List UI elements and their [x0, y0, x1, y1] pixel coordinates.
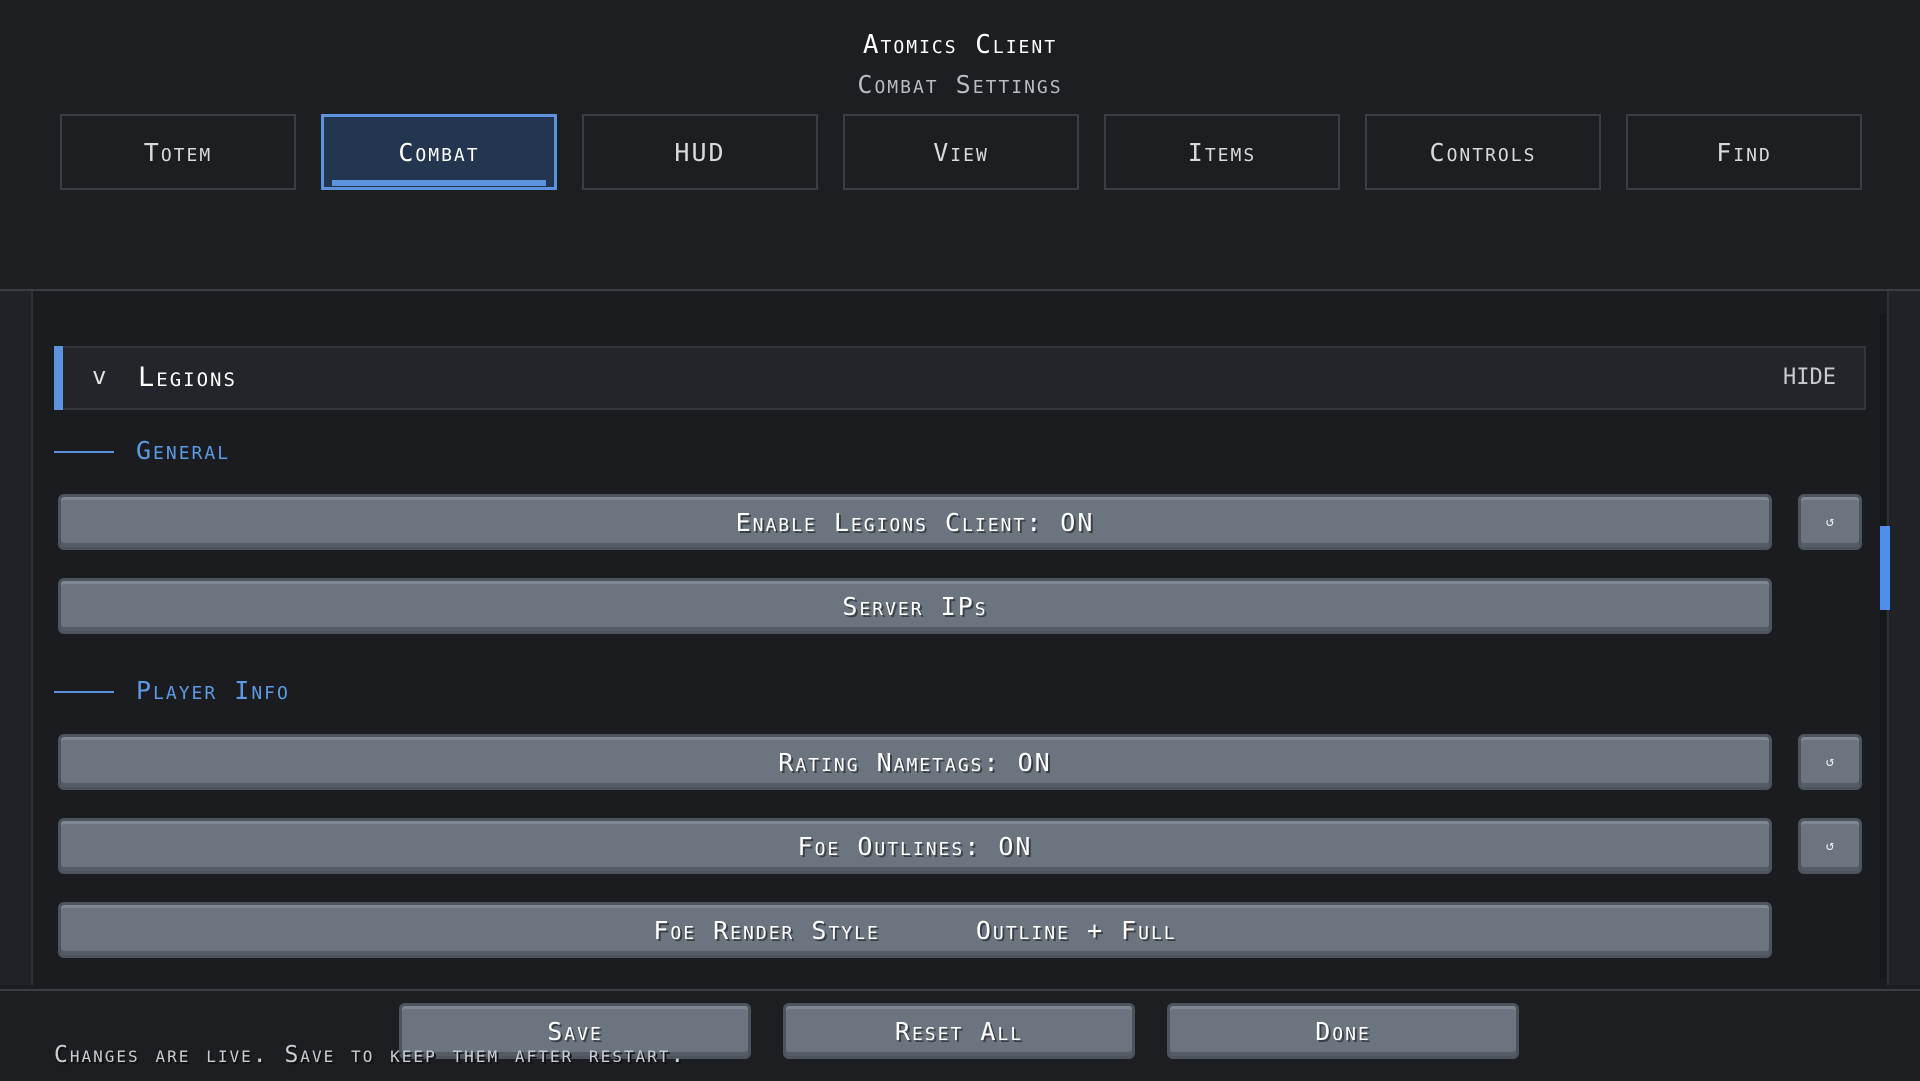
app-title: Atomics Client [862, 30, 1058, 60]
tab-combat[interactable]: Combat [321, 114, 557, 190]
active-tab-indicator [332, 180, 546, 186]
group-accent-line [54, 451, 114, 453]
foe-render-style-button[interactable]: Foe Render Style Outline + Full [58, 902, 1772, 958]
group-label-general: General [54, 436, 1776, 468]
reset-icon: ↺ [1825, 838, 1835, 854]
tab-controls[interactable]: Controls [1365, 114, 1601, 190]
foe-outlines-button[interactable]: Foe Outlines: ON [58, 818, 1772, 874]
group-divider [54, 451, 1776, 453]
section-header-legions[interactable]: v Legions HIDE [54, 346, 1866, 410]
tab-hud[interactable]: HUD [582, 114, 818, 190]
panel-right-gutter [1887, 291, 1920, 985]
setting-value: Outline + Full [975, 915, 1177, 945]
tab-view[interactable]: View [843, 114, 1079, 190]
reset-enable-legions-client-button[interactable]: ↺ [1798, 494, 1862, 550]
page-subtitle: Combat Settings [857, 70, 1063, 99]
section-title: Legions [138, 362, 237, 393]
tab-find[interactable]: Find [1626, 114, 1862, 190]
tab-totem[interactable]: Totem [60, 114, 296, 190]
hide-toggle[interactable]: HIDE [1783, 365, 1836, 390]
panel-left-gutter [0, 291, 33, 985]
group-label-player-info: Player Info [54, 676, 1776, 708]
server-ips-button[interactable]: Server IPs [58, 578, 1772, 634]
reset-foe-outlines-button[interactable]: ↺ [1798, 818, 1862, 874]
rating-nametags-button[interactable]: Rating Nametags: ON [58, 734, 1772, 790]
setting-label: Foe Render Style [653, 915, 880, 945]
scrollbar-thumb[interactable] [1880, 526, 1890, 610]
tab-bar: Totem Combat HUD View Items Controls Fin… [60, 114, 1862, 192]
tab-items[interactable]: Items [1104, 114, 1340, 190]
footer-hint: Changes are live. Save to keep them afte… [54, 1042, 687, 1068]
reset-icon: ↺ [1825, 754, 1835, 770]
section-accent-bar [54, 346, 63, 410]
done-button[interactable]: Done [1167, 1003, 1519, 1059]
group-divider [54, 691, 1776, 693]
enable-legions-client-button[interactable]: Enable Legions Client: ON [58, 494, 1772, 550]
reset-icon: ↺ [1825, 514, 1835, 530]
group-accent-line [54, 691, 114, 693]
chevron-down-icon: v [92, 362, 107, 390]
reset-rating-nametags-button[interactable]: ↺ [1798, 734, 1862, 790]
scrollbar-track[interactable] [1880, 314, 1886, 978]
reset-all-button[interactable]: Reset All [783, 1003, 1135, 1059]
